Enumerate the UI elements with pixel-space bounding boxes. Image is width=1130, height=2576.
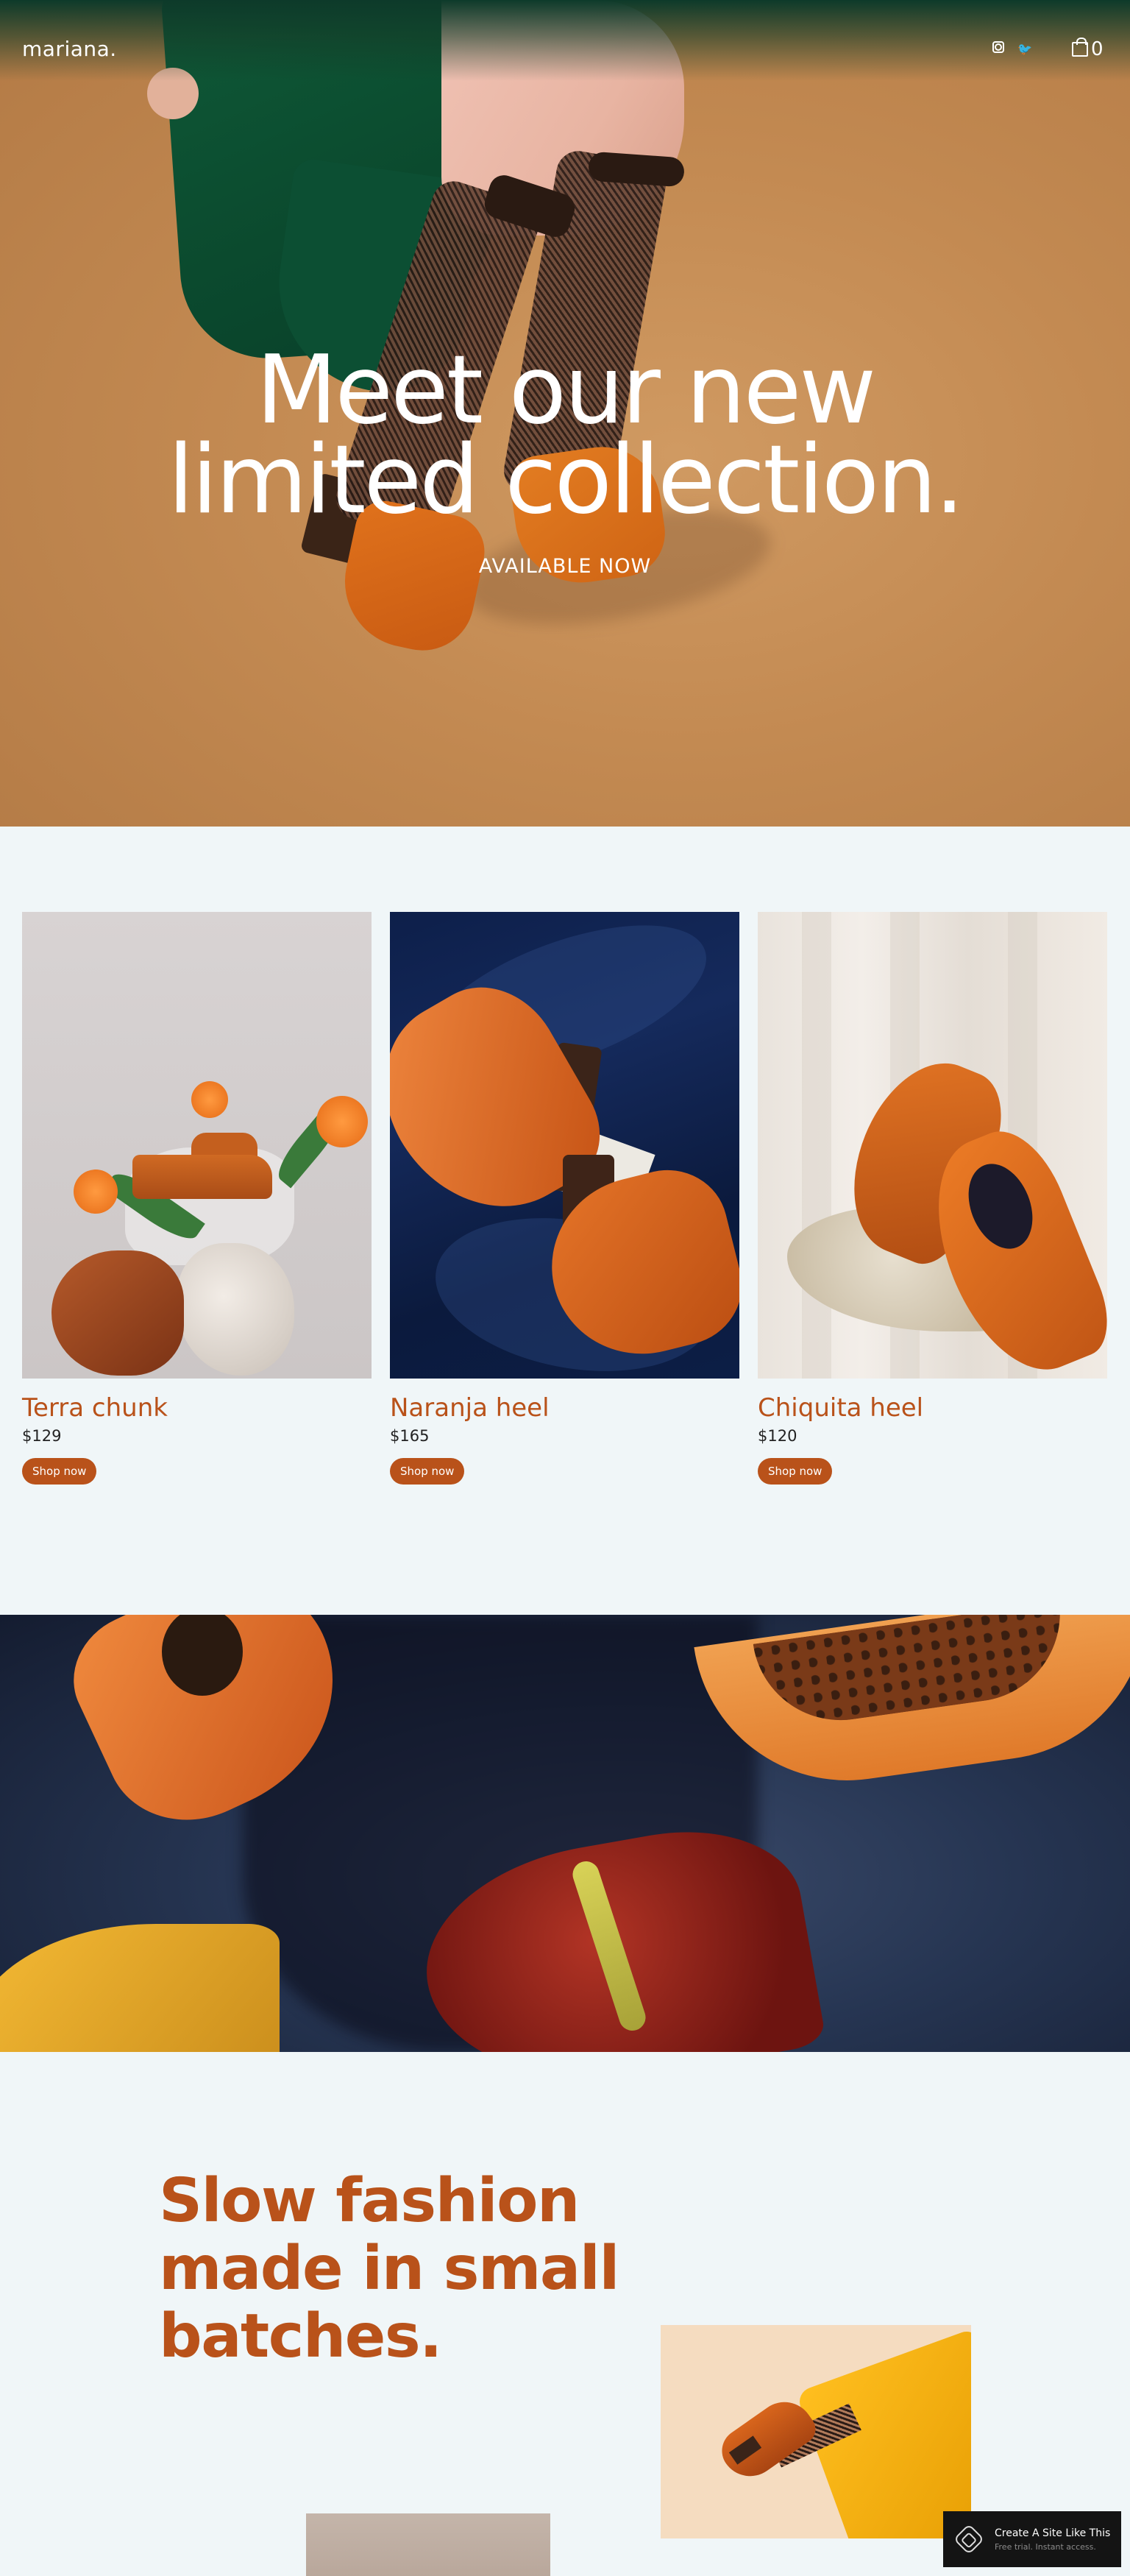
drape-fold — [802, 912, 831, 1379]
story-title-line-3: batches. — [159, 2301, 442, 2371]
lifestyle-banner-image — [0, 1615, 1130, 2052]
yellow-bag-shape — [0, 1924, 280, 2052]
cart-count: 0 — [1091, 38, 1104, 60]
pouch-bag-shape — [51, 1250, 184, 1376]
hero-title: Meet our new limited collection. — [0, 344, 1130, 528]
hero-top-shade — [0, 0, 1130, 81]
story-title-line-1: Slow fashion — [159, 2166, 580, 2236]
shop-now-button[interactable]: Shop now — [758, 1458, 833, 1485]
flower-shape — [316, 1096, 368, 1147]
create-site-badge[interactable]: Create A Site Like This Free trial. Inst… — [943, 2511, 1121, 2567]
product-card: Chiquita heel $120 Shop now — [758, 912, 1107, 1485]
hero-title-line-2: limited collection. — [167, 425, 964, 535]
squarespace-logo-icon — [953, 2523, 985, 2555]
flower-shape — [74, 1170, 118, 1214]
cart-button[interactable]: 0 — [1072, 38, 1107, 60]
product-name[interactable]: Naranja heel — [390, 1393, 739, 1423]
instagram-icon[interactable] — [992, 41, 1004, 53]
product-price: $129 — [22, 1427, 62, 1445]
product-name[interactable]: Chiquita heel — [758, 1393, 1107, 1423]
product-image[interactable] — [390, 912, 739, 1379]
story-image-shoe — [661, 2325, 971, 2538]
twitter-icon[interactable]: 🐦 — [1017, 41, 1032, 56]
story-title: Slow fashion made in small batches. — [159, 2168, 674, 2371]
hero-subtitle: AVAILABLE NOW — [478, 555, 652, 578]
site-logo[interactable]: mariana. — [22, 37, 117, 61]
badge-title: Create A Site Like This — [995, 2527, 1111, 2539]
flower-shape — [191, 1081, 228, 1118]
hero-section: mariana. 🐦 0 Meet our new limited collec… — [0, 0, 1130, 827]
shopping-bag-icon — [1072, 38, 1088, 57]
product-card: Naranja heel $165 Shop now — [390, 912, 739, 1485]
shop-now-button[interactable]: Shop now — [390, 1458, 465, 1485]
product-name[interactable]: Terra chunk — [22, 1393, 372, 1423]
product-image[interactable] — [758, 912, 1107, 1379]
product-price: $120 — [758, 1427, 797, 1445]
story-image-secondary — [306, 2513, 550, 2576]
badge-text: Create A Site Like This Free trial. Inst… — [995, 2527, 1110, 2552]
platform-shoe-shape — [132, 1155, 272, 1199]
story-title-line-2: made in small — [159, 2234, 619, 2304]
product-card: Terra chunk $129 Shop now — [22, 912, 372, 1485]
rock-shape — [177, 1243, 294, 1376]
product-image[interactable] — [22, 912, 372, 1379]
shop-now-button[interactable]: Shop now — [22, 1458, 97, 1485]
product-price: $165 — [390, 1427, 430, 1445]
badge-subtitle: Free trial. Instant access. — [995, 2541, 1096, 2552]
